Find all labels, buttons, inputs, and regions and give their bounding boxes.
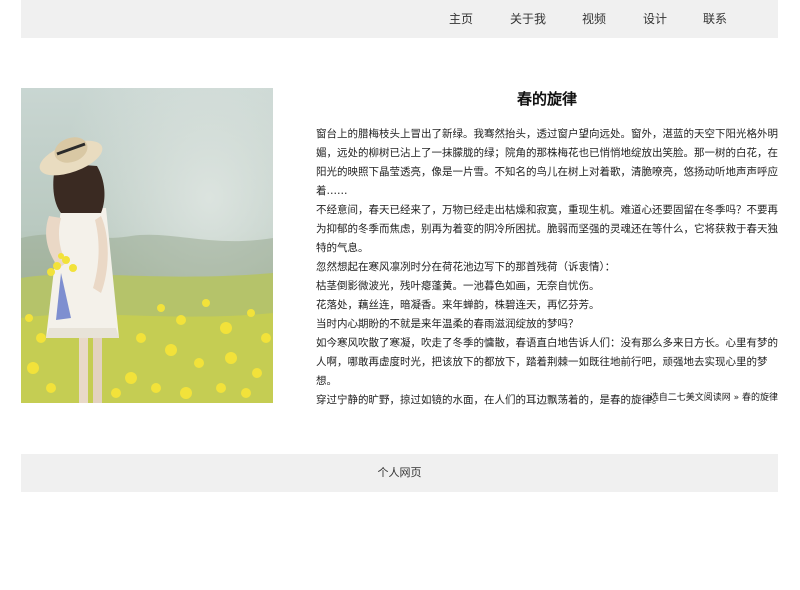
article-paragraph: 当时内心期盼的不就是来年温柔的春雨滋润绽放的梦吗？ [316, 318, 579, 330]
nav-link-design[interactable]: 设计 [643, 11, 667, 27]
article-paragraph: 枯茎倒影微波光，残叶瘪蓬黄。一池暮色如画，无奈自忧伤。 [316, 280, 600, 292]
article-photo [21, 88, 273, 403]
article-paragraph: 窗台上的腊梅枝头上冒出了新绿。我骞然抬头，透过窗户望向远处。窗外，湛蓝的天空下阳… [316, 128, 778, 197]
page-footer: 个人网页 [21, 454, 778, 492]
nav-link-about[interactable]: 关于我 [510, 11, 546, 27]
footer-text: 个人网页 [377, 466, 422, 479]
article-paragraph: 花落处，藕丝连，暗凝香。来年蝉韵，株碧连天，再忆芬芳。 [316, 299, 600, 311]
girl-in-flower-field-image [21, 88, 273, 403]
nav-link-contact[interactable]: 联系 [703, 11, 727, 27]
article-paragraph: 如今寒风吹散了寒凝，吹走了冬季的慵散，春语直白地告诉人们：没有那么多来日方长。心… [316, 337, 778, 387]
nav-link-home[interactable]: 主页 [449, 11, 473, 27]
top-navigation-bar: 主页 关于我 视频 设计 联系 [21, 0, 778, 38]
article-title: 春的旋律 [516, 90, 577, 108]
article-paragraph: 忽然想起在寒风凛冽时分在荷花池边写下的那首残荷（诉衷情）： [316, 261, 616, 273]
article-paragraph: 不经意间，春天已经来了，万物已经走出枯燥和寂寞，重现生机。难道心还要固留在冬季吗… [316, 204, 778, 254]
article-source-link[interactable]: 选自二七美文阅读网 » 春的旋律 [316, 391, 778, 405]
nav-link-video[interactable]: 视频 [582, 11, 606, 27]
article-body: 窗台上的腊梅枝头上冒出了新绿。我骞然抬头，透过窗户望向远处。窗外，湛蓝的天空下阳… [316, 125, 778, 410]
